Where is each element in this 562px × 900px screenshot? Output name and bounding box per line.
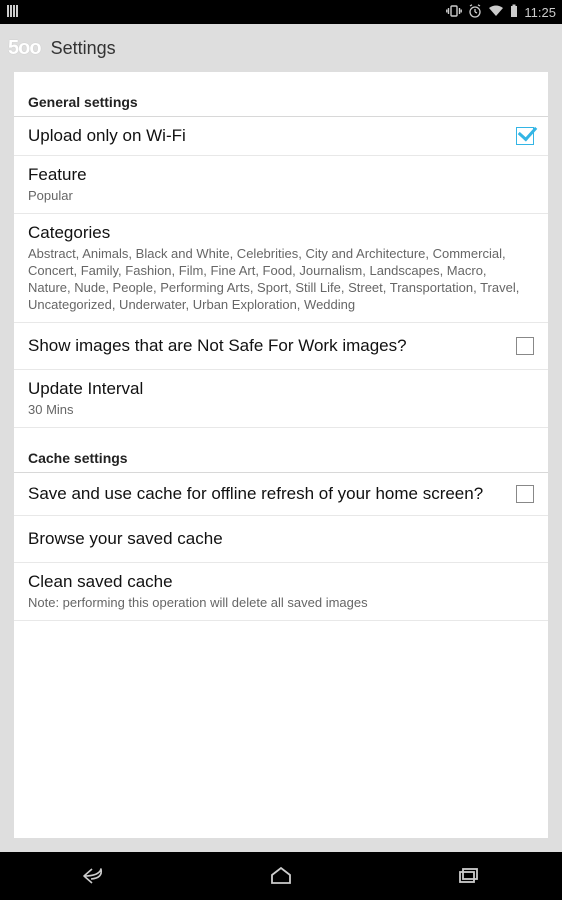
back-button[interactable] [64,852,124,900]
section-header-general: General settings [14,72,548,117]
vibrate-icon [446,4,462,21]
section-header-cache: Cache settings [14,428,548,473]
pref-title: Show images that are Not Safe For Work i… [28,335,508,357]
pref-feature[interactable]: Feature Popular [14,156,548,214]
status-time: 11:25 [524,5,556,20]
notification-icon [6,4,20,21]
pref-cache-clean[interactable]: Clean saved cache Note: performing this … [14,563,548,621]
settings-list: General settings Upload only on Wi-Fi Fe… [14,72,548,838]
pref-summary: 30 Mins [28,402,526,419]
pref-cache-browse[interactable]: Browse your saved cache [14,516,548,563]
pref-title: Browse your saved cache [28,528,526,550]
pref-title: Clean saved cache [28,571,526,593]
recent-apps-button[interactable] [438,852,498,900]
app-chrome: 5oo Settings General settings Upload onl… [0,24,562,852]
pref-title: Save and use cache for offline refresh o… [28,483,508,505]
pref-cache-save[interactable]: Save and use cache for offline refresh o… [14,473,548,516]
pref-title: Upload only on Wi-Fi [28,125,508,147]
app-logo: 5oo [8,37,41,60]
pref-upload-wifi[interactable]: Upload only on Wi-Fi [14,117,548,156]
pref-title: Feature [28,164,526,186]
pref-summary: Popular [28,188,526,205]
pref-summary: Abstract, Animals, Black and White, Cele… [28,246,526,314]
status-bar: 11:25 [0,0,562,24]
pref-summary: Note: performing this operation will del… [28,595,526,612]
checkbox-nsfw[interactable] [516,337,534,355]
page-title: Settings [51,38,116,59]
pref-nsfw[interactable]: Show images that are Not Safe For Work i… [14,323,548,370]
home-button[interactable] [251,852,311,900]
checkbox-cache-save[interactable] [516,485,534,503]
pref-title: Update Interval [28,378,526,400]
battery-icon [510,4,518,21]
pref-categories[interactable]: Categories Abstract, Animals, Black and … [14,214,548,323]
wifi-icon [488,5,504,20]
checkbox-upload-wifi[interactable] [516,127,534,145]
pref-title: Categories [28,222,526,244]
nav-bar [0,852,562,900]
alarm-icon [468,4,482,21]
action-bar: 5oo Settings [0,24,562,72]
pref-update-interval[interactable]: Update Interval 30 Mins [14,370,548,428]
